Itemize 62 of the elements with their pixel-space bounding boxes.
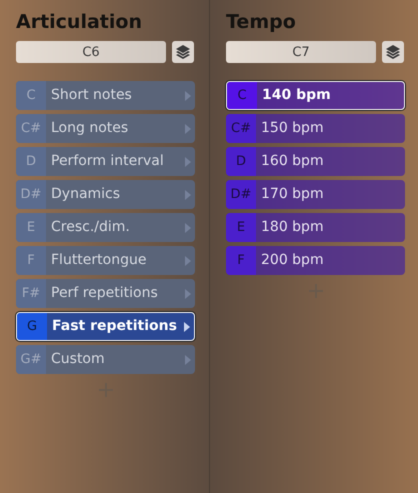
- list-item[interactable]: E 180 bpm: [226, 213, 405, 242]
- arrow-icon: [185, 256, 191, 266]
- note-field[interactable]: C6: [16, 41, 166, 63]
- list-item[interactable]: C# 150 bpm: [226, 114, 405, 143]
- key-label: D#: [16, 180, 46, 209]
- key-label: G: [17, 313, 47, 340]
- arrow-icon: [185, 354, 191, 364]
- key-label: D#: [226, 180, 256, 209]
- item-label: 200 bpm: [260, 251, 325, 270]
- key-label: F: [16, 246, 46, 275]
- panel-title: Tempo: [226, 10, 296, 35]
- arrow-icon: [184, 322, 190, 332]
- key-label: D: [226, 147, 256, 176]
- key-label: C#: [16, 114, 46, 143]
- item-label: 160 bpm: [260, 152, 325, 171]
- item-label: Long notes: [50, 119, 130, 138]
- item-label: 180 bpm: [260, 218, 325, 237]
- arrow-icon: [185, 156, 191, 166]
- list-item[interactable]: F Fluttertongue: [16, 246, 195, 275]
- item-label: 150 bpm: [260, 119, 325, 138]
- arrow-icon: [185, 190, 191, 200]
- key-label: C#: [226, 114, 256, 143]
- item-label: Cresc./dim.: [50, 218, 131, 237]
- arrow-icon: [185, 124, 191, 134]
- key-label: D: [16, 147, 46, 176]
- item-label: Perf repetitions: [50, 284, 159, 303]
- key-label: E: [16, 213, 46, 242]
- item-label: Fast repetitions: [51, 317, 178, 336]
- layers-button[interactable]: [382, 41, 404, 63]
- item-label: Custom: [50, 350, 106, 369]
- key-label: E: [226, 213, 256, 242]
- layers-icon: [175, 44, 191, 60]
- key-label: C: [227, 82, 257, 109]
- note-field[interactable]: C7: [226, 41, 376, 63]
- list-item[interactable]: F# Perf repetitions: [16, 279, 195, 308]
- item-label: Fluttertongue: [50, 251, 148, 270]
- list-item[interactable]: C# Long notes: [16, 114, 195, 143]
- list-item[interactable]: F 200 bpm: [226, 246, 405, 275]
- key-label: C: [16, 81, 46, 110]
- arrow-icon: [185, 90, 191, 100]
- key-label: F: [226, 246, 256, 275]
- layers-icon: [385, 44, 401, 60]
- item-label: 170 bpm: [260, 185, 325, 204]
- list-item[interactable]: G Fast repetitions: [16, 312, 195, 341]
- list-item[interactable]: C 140 bpm: [226, 81, 405, 110]
- item-label: Dynamics: [50, 185, 122, 204]
- arrow-icon: [185, 222, 191, 232]
- list-item[interactable]: C Short notes: [16, 81, 195, 110]
- key-label: G#: [16, 345, 46, 374]
- key-label: F#: [16, 279, 46, 308]
- list-item[interactable]: D# 170 bpm: [226, 180, 405, 209]
- list-item[interactable]: E Cresc./dim.: [16, 213, 195, 242]
- list-item[interactable]: G# Custom: [16, 345, 195, 374]
- list-item[interactable]: D# Dynamics: [16, 180, 195, 209]
- arrow-icon: [185, 288, 191, 298]
- item-label: 140 bpm: [261, 86, 332, 105]
- list-item[interactable]: D 160 bpm: [226, 147, 405, 176]
- item-label: Short notes: [50, 86, 133, 105]
- item-label: Perform interval: [50, 152, 165, 171]
- layers-button[interactable]: [172, 41, 194, 63]
- panel-title: Articulation: [16, 10, 142, 35]
- list-item[interactable]: D Perform interval: [16, 147, 195, 176]
